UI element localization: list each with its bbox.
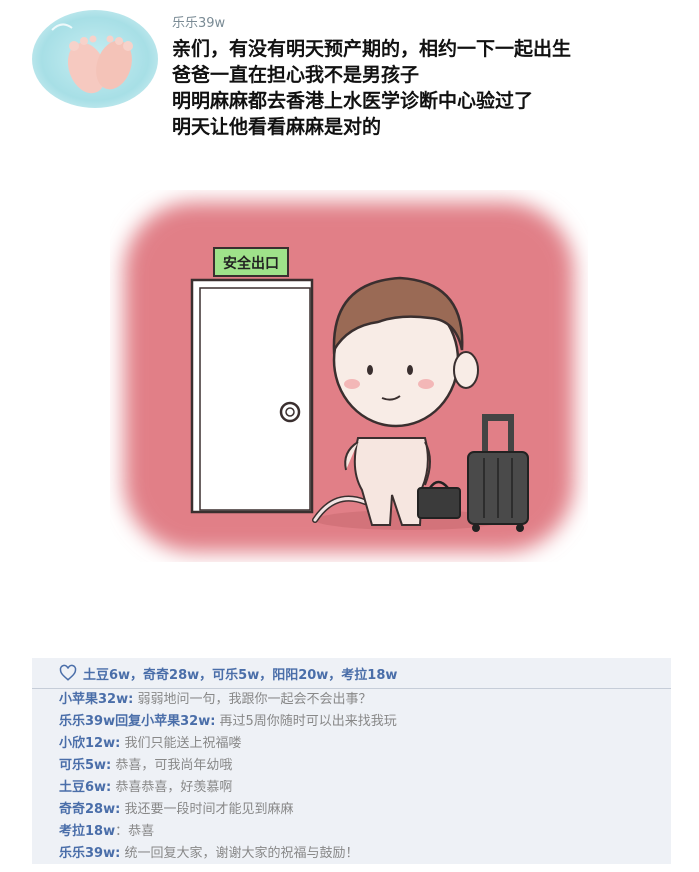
comment-user[interactable]: 可乐5w: [59, 758, 111, 773]
avatar[interactable] [32, 10, 158, 108]
post-line: 明明麻麻都去香港上水医学诊断中心验过了 [172, 90, 534, 112]
comment-row: 奇奇28w: 我还要一段时间才能见到麻麻 [32, 799, 671, 821]
heart-icon[interactable] [59, 664, 77, 682]
comment-user[interactable]: 乐乐39w: [59, 846, 120, 861]
comment-list: 小苹果32w: 弱弱地问一句，我跟你一起会不会出事？ 乐乐39w回复小苹果32w… [32, 689, 671, 865]
comment-row: 土豆6w: 恭喜恭喜，好羡慕啊 [32, 777, 671, 799]
comments-section: 土豆6w，奇奇28w，可乐5w，阳阳20w，考拉18w 小苹果32w: 弱弱地问… [32, 658, 671, 864]
post-illustration: 安全出口 [110, 190, 588, 562]
post-line: 明天让他看看麻麻是对的 [172, 116, 382, 138]
comment-row: 乐乐39w回复小苹果32w: 再过5周你随时可以出来找我玩 [32, 711, 671, 733]
door-icon [190, 278, 314, 514]
comment-text: 统一回复大家，谢谢大家的祝福与鼓励！ [120, 846, 359, 861]
comment-row: 乐乐39w: 统一回复大家，谢谢大家的祝福与鼓励！ [32, 843, 671, 865]
comment-text: 恭喜，可我尚年幼哦 [111, 758, 233, 773]
comment-row: 可乐5w: 恭喜，可我尚年幼哦 [32, 755, 671, 777]
post-line: 亲们，有没有明天预产期的，相约一下一起出生 [172, 38, 572, 60]
comment-text: 弱弱地问一句，我跟你一起会不会出事？ [133, 692, 372, 707]
comment-user[interactable]: 小苹果32w: [59, 692, 133, 707]
comment-text: 再过5周你随时可以出来找我玩 [215, 714, 397, 729]
baby-feet-icon [51, 23, 133, 94]
comment-row: 考拉18w：恭喜 [32, 821, 671, 843]
exit-sign-label: 安全出口 [223, 255, 279, 272]
comment-row: 小欣12w: 我们只能送上祝福喽 [32, 733, 671, 755]
post-body: 亲们，有没有明天预产期的，相约一下一起出生 爸爸一直在担心我不是男孩子 明明麻麻… [172, 36, 672, 140]
comment-user[interactable]: 小欣12w: [59, 736, 120, 751]
comment-text: 恭喜恭喜，好羡慕啊 [111, 780, 233, 795]
comment-text: 我还要一段时间才能见到麻麻 [120, 802, 294, 817]
likes-bar: 土豆6w，奇奇28w，可乐5w，阳阳20w，考拉18w [32, 658, 671, 689]
likes-list[interactable]: 土豆6w，奇奇28w，可乐5w，阳阳20w，考拉18w [83, 664, 397, 683]
briefcase-icon [417, 480, 461, 519]
comment-row: 小苹果32w: 弱弱地问一句，我跟你一起会不会出事？ [32, 689, 671, 711]
post-author[interactable]: 乐乐39w [172, 12, 225, 31]
comment-user[interactable]: 考拉18w [59, 824, 115, 839]
comment-user[interactable]: 土豆6w: [59, 780, 111, 795]
exit-sign: 安全出口 [213, 247, 289, 277]
comment-user[interactable]: 乐乐39w回复小苹果32w: [59, 714, 215, 729]
comment-text: 我们只能送上祝福喽 [120, 736, 242, 751]
comment-user[interactable]: 奇奇28w: [59, 802, 120, 817]
comment-text: ：恭喜 [115, 824, 155, 839]
post-line: 爸爸一直在担心我不是男孩子 [172, 64, 420, 86]
